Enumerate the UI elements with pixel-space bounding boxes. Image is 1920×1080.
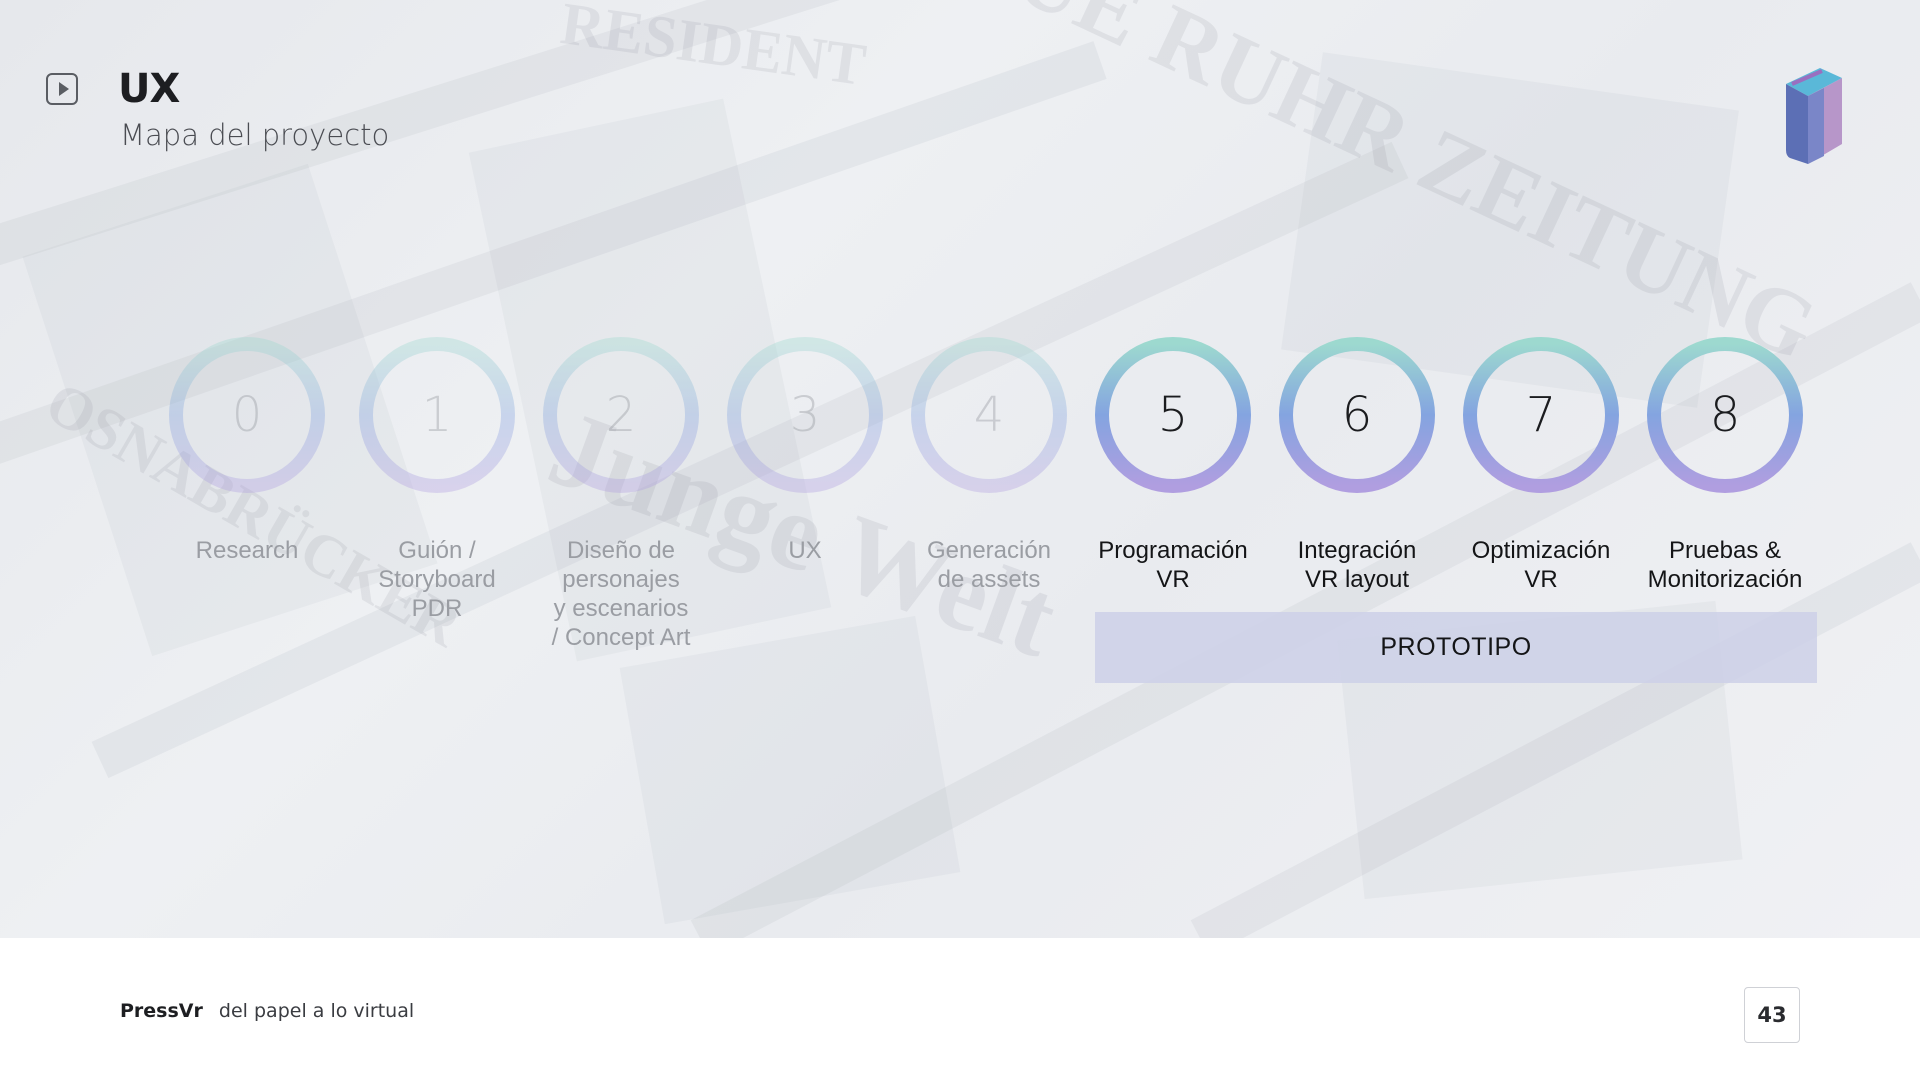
step-6: 6 Integración VR layout [1257, 336, 1457, 594]
step-ring: 2 [542, 336, 700, 494]
step-1: 1 Guión / Storyboard PDR [337, 336, 537, 623]
book-logo-icon [1786, 68, 1842, 164]
step-label: UX [788, 537, 822, 564]
step-number: 4 [973, 387, 1005, 443]
brand-tagline: del papel a lo virtual [218, 1000, 415, 1022]
footer-brand: PressVr del papel a lo virtual [120, 1000, 414, 1022]
step-4: 4 Generación de assets [889, 336, 1089, 594]
prototype-label: PROTOTIPO [1380, 633, 1532, 661]
step-number: 0 [231, 387, 263, 443]
page-number: 43 [1744, 987, 1800, 1043]
step-ring: 4 [910, 336, 1068, 494]
step-ring: 6 [1278, 336, 1436, 494]
step-number: 8 [1709, 387, 1741, 443]
step-label: Generación de assets [926, 537, 1052, 593]
step-label: Guión / Storyboard PDR [378, 537, 496, 622]
step-ring: 1 [358, 336, 516, 494]
step-label: Diseño de personajes y escenarios / Conc… [551, 537, 691, 651]
step-ring: 3 [726, 336, 884, 494]
step-5: 5 Programación VR [1073, 336, 1273, 594]
brand-name: PressVr [120, 1000, 203, 1022]
step-label: Optimización VR [1471, 537, 1611, 593]
step-number: 6 [1341, 387, 1373, 443]
step-0: 0 Research [147, 336, 347, 565]
step-label: Programación VR [1098, 537, 1248, 593]
step-ring: 7 [1462, 336, 1620, 494]
page-title: UX [118, 66, 180, 112]
step-7: 7 Optimización VR [1441, 336, 1641, 594]
step-number: 7 [1525, 387, 1557, 443]
prototype-phase-bar: PROTOTIPO [1095, 612, 1817, 683]
step-label: Pruebas & Monitorización [1647, 537, 1803, 593]
play-icon[interactable] [46, 73, 78, 105]
step-3: 3 UX [705, 336, 905, 565]
step-ring: 8 [1646, 336, 1804, 494]
step-label: Research [195, 537, 299, 564]
step-number: 1 [421, 387, 453, 443]
step-number: 2 [605, 387, 637, 443]
step-ring: 0 [168, 336, 326, 494]
step-label: Integración VR layout [1297, 537, 1417, 593]
step-number: 3 [789, 387, 821, 443]
slide: NEUE RUHR ZEITUNG Junge Welt RESIDENT OS… [0, 0, 1920, 1080]
step-number: 5 [1157, 387, 1189, 443]
page-subtitle: Mapa del proyecto [120, 118, 390, 152]
step-2: 2 Diseño de personajes y escenarios / Con… [521, 336, 721, 652]
step-ring: 5 [1094, 336, 1252, 494]
step-8: 8 Pruebas & Monitorización [1625, 336, 1825, 594]
